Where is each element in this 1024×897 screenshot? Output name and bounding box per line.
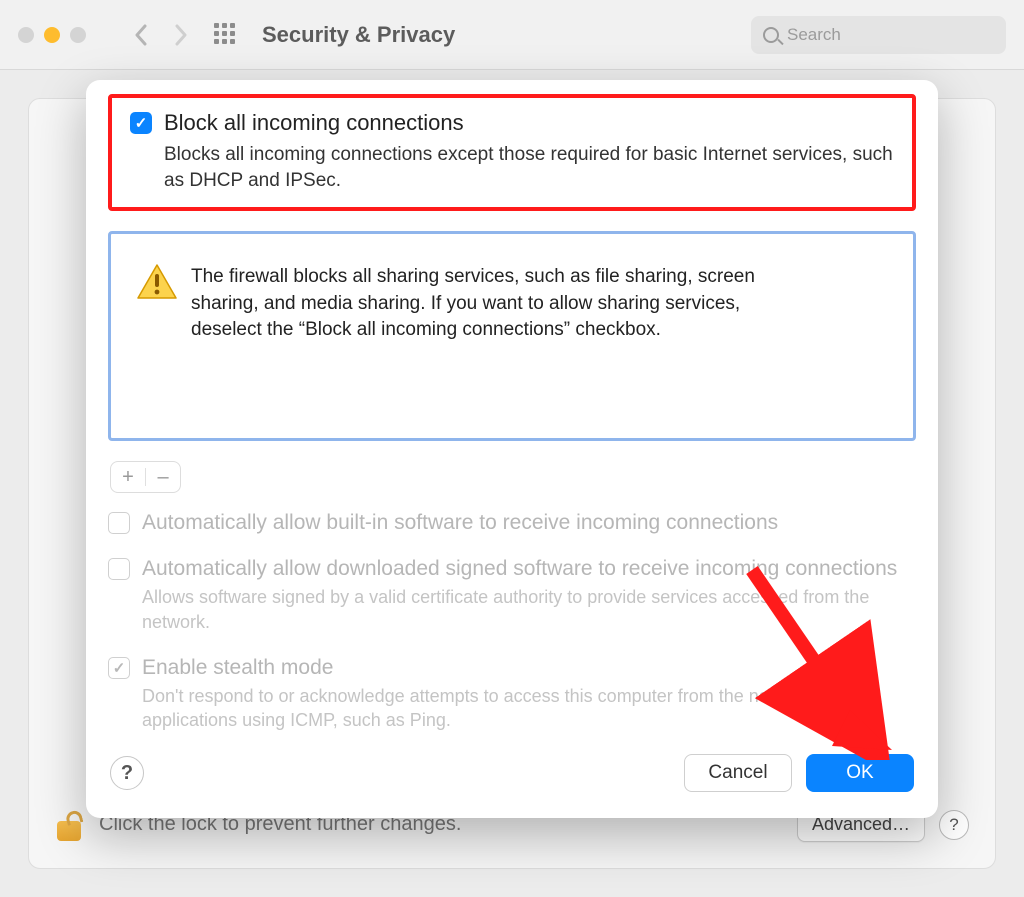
ok-button[interactable]: OK [806, 754, 914, 792]
allow-signed-label: Automatically allow downloaded signed so… [142, 557, 897, 581]
stealth-checkbox: ✓ [108, 657, 130, 679]
annotation-highlight-block-all: ✓ Block all incoming connections Blocks … [108, 94, 916, 211]
search-placeholder: Search [787, 25, 841, 45]
add-remove-segmented: + – [110, 461, 181, 493]
allow-builtin-checkbox [108, 512, 130, 534]
forward-button[interactable] [166, 20, 196, 50]
apps-list-box: The firewall blocks all sharing services… [108, 231, 916, 441]
sheet-help-button[interactable]: ? [110, 756, 144, 790]
back-button[interactable] [126, 20, 156, 50]
window-toolbar: Security & Privacy Search [0, 0, 1024, 70]
lock-icon[interactable] [55, 808, 83, 841]
zoom-window-button[interactable] [70, 27, 86, 43]
allow-signed-checkbox [108, 558, 130, 580]
block-all-label: Block all incoming connections [164, 110, 464, 136]
option-allow-builtin: Automatically allow built-in software to… [108, 511, 916, 535]
stealth-label: Enable stealth mode [142, 656, 333, 680]
window-title: Security & Privacy [262, 22, 455, 48]
block-all-description: Blocks all incoming connections except t… [164, 142, 894, 193]
search-icon [763, 27, 779, 43]
firewall-options-sheet: ✓ Block all incoming connections Blocks … [86, 80, 938, 818]
close-window-button[interactable] [18, 27, 34, 43]
warning-message: The firewall blocks all sharing services… [191, 264, 811, 344]
show-all-prefs-button[interactable] [214, 23, 238, 47]
warning-icon [137, 264, 177, 300]
add-app-button[interactable]: + [111, 466, 145, 489]
remove-app-button[interactable]: – [146, 466, 180, 489]
help-button[interactable]: ? [939, 810, 969, 840]
allow-signed-description: Allows software signed by a valid certif… [142, 585, 916, 634]
traffic-lights [18, 27, 86, 43]
block-all-checkbox[interactable]: ✓ [130, 112, 152, 134]
option-stealth-mode: ✓ Enable stealth mode Don't respond to o… [108, 656, 916, 733]
minimize-window-button[interactable] [44, 27, 60, 43]
option-allow-signed: Automatically allow downloaded signed so… [108, 557, 916, 634]
allow-builtin-label: Automatically allow built-in software to… [142, 511, 778, 535]
search-field[interactable]: Search [751, 16, 1006, 54]
cancel-button[interactable]: Cancel [684, 754, 792, 792]
stealth-description: Don't respond to or acknowledge attempts… [142, 684, 916, 733]
sheet-button-row: ? Cancel OK [86, 754, 938, 792]
